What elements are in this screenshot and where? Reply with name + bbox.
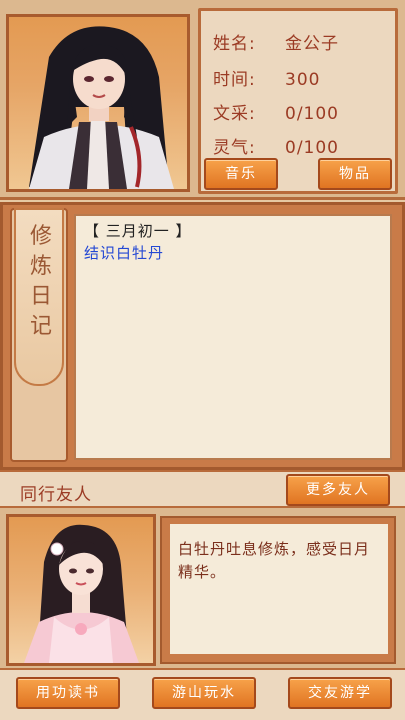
- stat-literary: 文采: 0/100: [213, 99, 339, 124]
- stat-time-value: 300: [285, 70, 321, 90]
- friends-title: 同行友人: [20, 485, 92, 505]
- stat-name: 姓名: 金公子: [213, 29, 339, 54]
- diary-date: 【 三月初一 】: [84, 222, 192, 240]
- player-portrait: [6, 14, 190, 192]
- diary-title-char: 日: [29, 284, 52, 309]
- friend-portrait-illustration: [24, 524, 139, 663]
- more-friends-button[interactable]: 更多友人: [286, 474, 390, 506]
- travel-button[interactable]: 游山玩水: [152, 677, 256, 709]
- study-button[interactable]: 用功读书: [16, 677, 120, 709]
- diary-log[interactable]: 【 三月初一 】 结识白牡丹: [74, 214, 392, 460]
- socialize-button[interactable]: 交友游学: [288, 677, 392, 709]
- stat-name-label: 姓名:: [213, 34, 256, 54]
- stat-name-value: 金公子: [285, 34, 339, 54]
- stat-spirit-label: 灵气:: [213, 138, 256, 158]
- diary-title-char: 记: [29, 314, 52, 339]
- items-button[interactable]: 物品: [318, 158, 392, 190]
- friend-message-box: 白牡丹吐息修炼，感受日月精华。: [170, 524, 388, 654]
- diary-title-scroll: 修 炼 日 记: [14, 208, 64, 386]
- stat-time-label: 时间:: [213, 70, 256, 90]
- player-portrait-illustration: [29, 26, 174, 189]
- music-button[interactable]: 音乐: [204, 158, 278, 190]
- stat-time: 时间: 300: [213, 65, 320, 90]
- friend-message: 白牡丹吐息修炼，感受日月精华。: [178, 540, 371, 581]
- friend-portrait[interactable]: [6, 514, 156, 666]
- diary-entry: 结识白牡丹: [84, 244, 165, 262]
- stat-spirit: 灵气: 0/100: [213, 133, 339, 158]
- stat-literary-label: 文采:: [213, 104, 256, 124]
- stat-spirit-value: 0/100: [285, 138, 339, 158]
- diary-title-char: 炼: [29, 254, 52, 279]
- stat-literary-value: 0/100: [285, 104, 339, 124]
- diary-title-char: 修: [29, 224, 52, 249]
